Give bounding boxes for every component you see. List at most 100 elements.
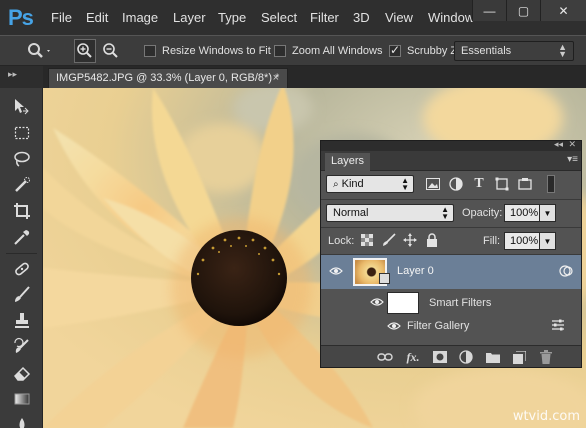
panel-menu-icon[interactable]: ▾≡ <box>567 154 578 165</box>
trash-icon <box>540 350 552 364</box>
fill-dropdown-button[interactable]: ▼ <box>540 232 556 250</box>
scrubby-zoom-checkbox[interactable] <box>389 43 401 57</box>
move-arrows-icon <box>403 233 417 247</box>
crop-tool[interactable] <box>9 199 35 223</box>
quick-selection-tool[interactable] <box>9 173 35 197</box>
filter-adjustment-layers-button[interactable] <box>448 176 464 192</box>
opacity-input[interactable]: 100% <box>504 204 540 222</box>
menu-file[interactable]: File <box>51 10 72 25</box>
expand-toolbar-icon[interactable]: ▸▸ <box>8 69 17 80</box>
filter-toggle-switch[interactable] <box>547 175 555 193</box>
healing-brush-tool[interactable] <box>9 257 35 281</box>
filter-shape-layers-button[interactable] <box>494 176 510 192</box>
filter-kind-value: Kind <box>341 178 364 190</box>
filter-pixel-layers-button[interactable] <box>425 176 441 192</box>
select-arrows-icon: ▲ ▼ <box>401 176 409 192</box>
filter-row-filter-gallery[interactable]: Filter Gallery <box>321 315 581 335</box>
photoshop-logo[interactable]: Ps <box>8 5 34 31</box>
lock-image-pixels-button[interactable] <box>381 232 397 248</box>
tab-layers[interactable]: Layers <box>325 153 371 171</box>
divider <box>321 227 581 228</box>
smart-filters-label: Smart Filters <box>429 297 492 309</box>
zoom-tool-preset[interactable] <box>26 36 52 65</box>
menu-image[interactable]: Image <box>122 10 158 25</box>
blur-tool[interactable] <box>9 411 35 428</box>
layer-name[interactable]: Layer 0 <box>397 265 434 277</box>
close-panel-icon[interactable]: ✕ <box>568 139 576 150</box>
workspace-select[interactable]: Essentials ▲ ▼ <box>454 41 574 61</box>
checkerboard-icon <box>361 234 373 246</box>
menu-view[interactable]: View <box>385 10 413 25</box>
gradient-tool[interactable] <box>9 387 35 411</box>
history-brush-icon <box>14 337 29 353</box>
options-bar: Resize Windows to Fit Zoom All Windows S… <box>0 35 586 66</box>
resize-windows-checkbox[interactable] <box>144 44 156 57</box>
rectangle-marquee-icon <box>14 126 30 140</box>
bandage-icon <box>15 262 29 276</box>
blend-mode-select[interactable]: Normal ▲ ▼ <box>326 204 454 222</box>
smart-object-icon <box>518 178 532 190</box>
filter-blending-options-icon[interactable] <box>551 319 565 331</box>
minimize-button[interactable]: — <box>472 0 506 21</box>
brush-tool[interactable] <box>9 283 35 307</box>
chevron-down-icon: ▼ <box>543 208 552 218</box>
smart-filters-row[interactable]: Smart Filters <box>321 289 581 315</box>
lock-icon <box>427 233 437 247</box>
eyedropper-tool[interactable] <box>9 225 35 249</box>
link-icon <box>377 353 393 361</box>
close-button[interactable]: ✕ <box>540 0 586 21</box>
visibility-eye-icon[interactable] <box>370 295 384 309</box>
menu-filter[interactable]: Filter <box>310 10 339 25</box>
scrubby-zoom-option[interactable]: Scrubby Z <box>389 36 457 65</box>
shape-icon <box>495 177 509 191</box>
lock-all-button[interactable] <box>424 232 440 248</box>
folder-icon <box>486 353 500 363</box>
move-tool[interactable] <box>9 95 35 119</box>
menu-select[interactable]: Select <box>261 10 297 25</box>
maximize-button[interactable]: ▢ <box>506 0 540 21</box>
layer-filter-kind-select[interactable]: ⌕ Kind ▲ ▼ <box>326 175 414 193</box>
adjustment-circle-icon <box>459 350 473 364</box>
smart-filter-mask-thumbnail[interactable] <box>387 292 419 314</box>
filter-type-layers-button[interactable]: T <box>471 176 487 192</box>
marquee-tool[interactable] <box>9 121 35 145</box>
lock-transparent-pixels-button[interactable] <box>359 232 375 248</box>
link-layers-button[interactable] <box>377 349 393 365</box>
zoom-out-button[interactable] <box>102 36 120 65</box>
fill-input[interactable]: 100% <box>504 232 540 250</box>
add-mask-button[interactable] <box>432 349 448 365</box>
tab-close-icon[interactable]: × <box>273 72 279 84</box>
new-group-button[interactable] <box>485 349 501 365</box>
chevron-down-icon: ▼ <box>543 236 552 246</box>
eraser-tool[interactable] <box>9 361 35 385</box>
new-adjustment-layer-button[interactable] <box>458 349 474 365</box>
opacity-dropdown-button[interactable]: ▼ <box>540 204 556 222</box>
resize-windows-label: Resize Windows to Fit <box>162 44 271 57</box>
delete-layer-button[interactable] <box>538 349 554 365</box>
visibility-eye-icon[interactable] <box>329 264 343 278</box>
layer-row-layer-0[interactable]: Layer 0 <box>321 255 581 289</box>
collapse-panel-icon[interactable]: ◂◂ <box>554 139 563 150</box>
resize-windows-option[interactable]: Resize Windows to Fit <box>144 36 271 65</box>
menu-window[interactable]: Window <box>428 10 474 25</box>
history-brush-tool[interactable] <box>9 335 35 359</box>
zoom-all-windows-checkbox[interactable] <box>274 44 286 57</box>
zoom-all-windows-option[interactable]: Zoom All Windows <box>274 36 382 65</box>
menu-type[interactable]: Type <box>218 10 246 25</box>
menu-edit[interactable]: Edit <box>86 10 108 25</box>
quick-selection-icon <box>15 177 30 192</box>
minimize-icon: — <box>483 3 496 18</box>
lock-position-button[interactable] <box>402 232 418 248</box>
visibility-eye-icon[interactable] <box>387 319 401 333</box>
smart-filter-indicator-icon[interactable] <box>559 264 573 278</box>
menu-layer[interactable]: Layer <box>173 10 206 25</box>
document-tab[interactable]: IMGP5482.JPG @ 33.3% (Layer 0, RGB/8*) *… <box>48 68 288 88</box>
zoom-in-button[interactable] <box>74 39 96 63</box>
filter-smart-objects-button[interactable] <box>517 176 533 192</box>
menu-3d[interactable]: 3D <box>353 10 370 25</box>
blend-mode-value: Normal <box>333 207 369 219</box>
layer-style-button[interactable]: fx. <box>405 349 421 365</box>
clone-stamp-tool[interactable] <box>9 309 35 333</box>
lasso-tool[interactable] <box>9 147 35 171</box>
new-layer-button[interactable] <box>511 349 527 365</box>
